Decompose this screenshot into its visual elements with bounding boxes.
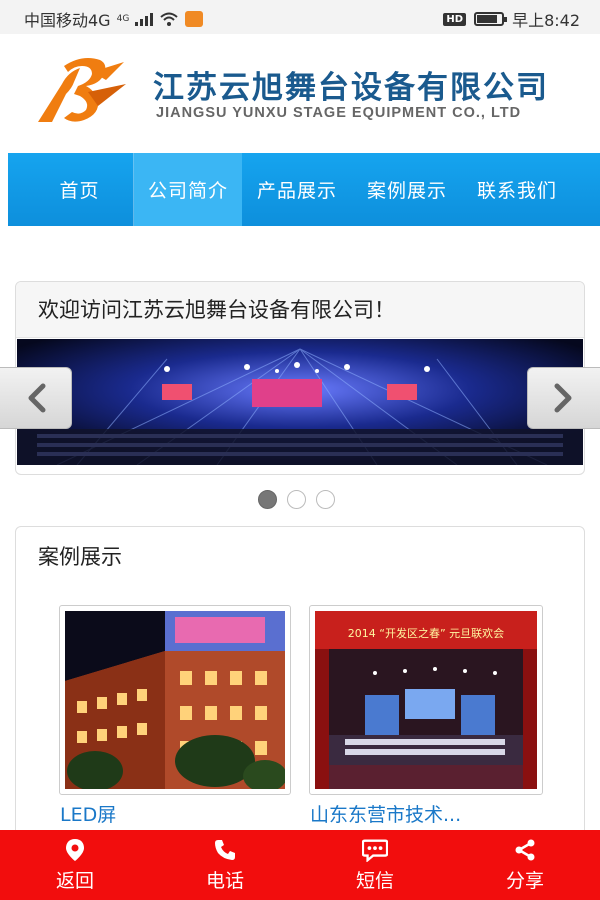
yunxu-logo-icon[interactable] (28, 54, 130, 128)
phone-icon (212, 838, 238, 862)
case-card-dongying[interactable]: 2014 “开发区之春” 元旦联欢会 (309, 605, 543, 795)
phone-button[interactable]: 电话 (150, 830, 300, 900)
case-label-dongying[interactable]: 山东东营市技术... (310, 800, 461, 827)
status-right: HD 早上8:42 (443, 7, 580, 31)
nav-item-products[interactable]: 产品展示 (242, 153, 352, 226)
wifi-icon (160, 12, 178, 26)
share-icon (512, 838, 538, 862)
nav-item-home[interactable]: 首页 (26, 153, 134, 226)
share-label: 分享 (505, 869, 544, 892)
nav-item-about[interactable]: 公司简介 (134, 153, 242, 226)
cases-panel: 案例展示 LED屏 2014 “开发区之春” 元旦联欢会 山东东营市技术... (15, 526, 585, 836)
sms-button[interactable]: 短信 (300, 830, 450, 900)
location-pin-icon (62, 838, 88, 862)
signal-icon (135, 12, 154, 26)
carrier-text: 中国移动4G (24, 11, 111, 30)
share-button[interactable]: 分享 (450, 830, 600, 900)
company-name-en: JIANGSU YUNXU STAGE EQUIPMENT CO., LTD (156, 105, 522, 121)
slider-dot-1[interactable] (258, 490, 277, 509)
case-image-led (65, 611, 285, 789)
phone-label: 电话 (205, 869, 244, 892)
nav-item-contact[interactable]: 联系我们 (462, 153, 572, 226)
slider-prev-button[interactable] (0, 367, 72, 429)
main-nav: 首页 公司简介 产品展示 案例展示 联系我们 (8, 153, 600, 226)
slider-dots (258, 490, 335, 509)
status-bar: 中国移动4G 4G HD 早上8:42 (0, 0, 600, 34)
chevron-right-icon (554, 383, 572, 413)
bottom-action-bar: 返回 电话 短信 分享 (0, 830, 600, 900)
company-name-cn: 江苏云旭舞台设备有限公司 (153, 70, 549, 106)
back-button[interactable]: 返回 (0, 830, 150, 900)
clock-text: 早上8:42 (512, 11, 580, 30)
notification-app-icon (185, 11, 204, 27)
case-card-led[interactable] (59, 605, 291, 795)
sms-label: 短信 (355, 869, 394, 892)
cases-title: 案例展示 (38, 545, 122, 569)
case-image-dongying: 2014 “开发区之春” 元旦联欢会 (315, 611, 537, 789)
network-badge: 4G (116, 14, 130, 24)
case-image-banner-text: 2014 “开发区之春” 元旦联欢会 (348, 626, 504, 640)
stage-banner-image[interactable] (17, 339, 583, 465)
message-icon (362, 838, 388, 862)
nav-item-cases[interactable]: 案例展示 (352, 153, 462, 226)
battery-fill (477, 15, 498, 23)
slider-dot-2[interactable] (287, 490, 306, 509)
chevron-left-icon (28, 383, 45, 413)
hd-badge: HD (443, 12, 467, 26)
back-label: 返回 (55, 869, 94, 892)
slider-dot-3[interactable] (316, 490, 335, 509)
case-label-led[interactable]: LED屏 (60, 800, 116, 827)
welcome-title: 欢迎访问江苏云旭舞台设备有限公司！ (16, 282, 584, 338)
slider-next-button[interactable] (527, 367, 600, 429)
site-header: 江苏云旭舞台设备有限公司 JIANGSU YUNXU STAGE EQUIPME… (0, 34, 600, 152)
welcome-panel: 欢迎访问江苏云旭舞台设备有限公司！ (15, 281, 585, 475)
status-left: 中国移动4G 4G (24, 7, 204, 31)
battery-icon (474, 12, 508, 26)
